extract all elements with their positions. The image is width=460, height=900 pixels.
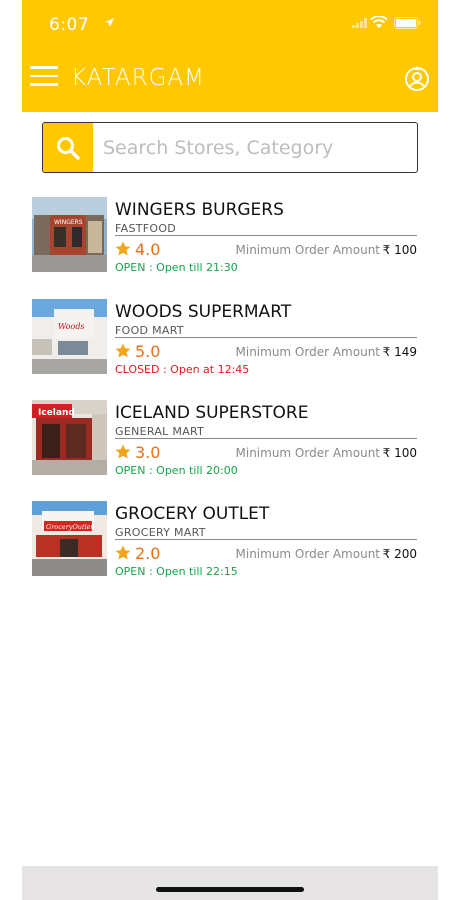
store-image: WINGERS	[32, 197, 107, 272]
store-name: WOODS SUPERMART	[115, 302, 292, 322]
battery-icon	[394, 17, 421, 29]
store-rating: 5.0	[135, 342, 161, 361]
star-icon	[115, 241, 131, 256]
cell-signal-icon	[352, 18, 367, 28]
min-order-label: Minimum Order Amount	[235, 243, 381, 257]
store-status: OPEN : Open till 20:00	[115, 464, 238, 477]
search-icon	[57, 137, 80, 160]
divider	[115, 235, 417, 236]
store-rating: 2.0	[135, 544, 161, 563]
store-category: FOOD MART	[115, 324, 184, 337]
store-rating: 4.0	[135, 240, 161, 259]
store-status: OPEN : Open till 22:15	[115, 565, 238, 578]
store-category: FASTFOOD	[115, 222, 177, 235]
star-icon	[115, 545, 131, 560]
min-order-label: Minimum Order Amount	[235, 446, 381, 460]
app-screen: 6:07 KATARGAM Search Stores, Category WI…	[22, 0, 438, 900]
search-input[interactable]	[93, 123, 417, 172]
store-name: GROCERY OUTLET	[115, 504, 270, 524]
min-order-label: Minimum Order Amount	[235, 547, 381, 561]
store-sign: Iceland	[38, 408, 75, 418]
divider	[115, 438, 417, 439]
min-order-amount: ₹ 100	[382, 243, 417, 257]
store-item-iceland-superstore[interactable]: Iceland ICELAND SUPERSTORE GENERAL MART …	[32, 400, 418, 480]
store-status: CLOSED : Open at 12:45	[115, 363, 250, 376]
min-order-amount: ₹ 200	[382, 547, 417, 561]
location-arrow-icon	[105, 18, 114, 27]
status-bar: 6:07	[22, 0, 438, 48]
store-status: OPEN : Open till 21:30	[115, 261, 238, 274]
min-order-label: Minimum Order Amount	[235, 345, 381, 359]
store-sign: Woods	[58, 322, 85, 331]
store-image: Woods	[32, 299, 107, 374]
home-indicator[interactable]	[156, 887, 304, 892]
profile-avatar-icon[interactable]	[402, 64, 432, 94]
search-button[interactable]	[43, 123, 93, 172]
store-item-wingers-burgers[interactable]: WINGERS WINGERS BURGERS FASTFOOD 4.0 Min…	[32, 197, 418, 277]
status-time: 6:07	[49, 15, 90, 35]
hamburger-menu-icon[interactable]	[30, 66, 58, 88]
store-name: ICELAND SUPERSTORE	[115, 403, 309, 423]
store-sign: WINGERS	[54, 219, 83, 226]
store-rating: 3.0	[135, 443, 161, 462]
star-icon	[115, 343, 131, 358]
store-category: GENERAL MART	[115, 425, 205, 438]
search-bar	[42, 122, 418, 173]
divider	[115, 539, 417, 540]
star-icon	[115, 444, 131, 459]
min-order-amount: ₹ 149	[382, 345, 417, 359]
store-image: Iceland	[32, 400, 107, 475]
store-category: GROCERY MART	[115, 526, 206, 539]
store-item-grocery-outlet[interactable]: GroceryOutlet GROCERY OUTLET GROCERY MAR…	[32, 501, 418, 581]
store-item-woods-supermart[interactable]: Woods WOODS SUPERMART FOOD MART 5.0 Mini…	[32, 299, 418, 379]
min-order-amount: ₹ 100	[382, 446, 417, 460]
top-header: 6:07 KATARGAM	[22, 0, 438, 112]
store-image: GroceryOutlet	[32, 501, 107, 576]
city-title[interactable]: KATARGAM	[71, 65, 205, 91]
wifi-icon	[370, 16, 388, 28]
bottom-bar	[22, 866, 438, 900]
store-sign: GroceryOutlet	[46, 523, 94, 531]
store-name: WINGERS BURGERS	[115, 200, 284, 220]
divider	[115, 337, 417, 338]
